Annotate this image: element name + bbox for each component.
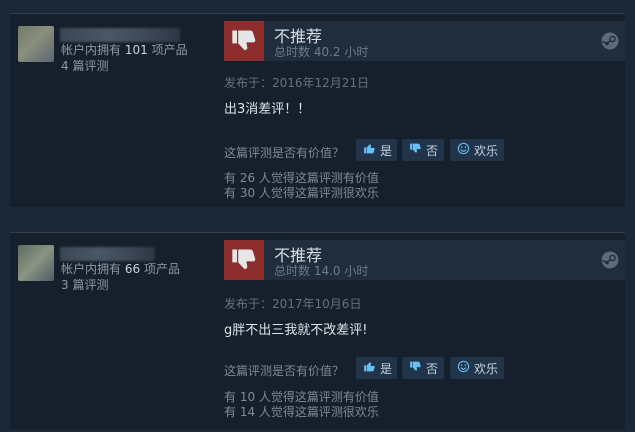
review-card: 帐户内拥有 66 项产品 3 篇评测 不推荐 总时数 14.0 小时 发布于：2… — [10, 232, 625, 429]
posted-date: 发布于：2017年10月6日 — [224, 297, 362, 311]
smile-icon — [457, 360, 470, 376]
steam-icon — [601, 251, 619, 269]
thumbs-up-icon — [363, 142, 376, 158]
vote-funny-button[interactable]: 欢乐 — [450, 139, 504, 161]
review-card: 帐户内拥有 101 项产品 4 篇评测 不推荐 总时数 40.2 小时 发布于：… — [10, 13, 625, 207]
vote-yes-label: 是 — [380, 143, 393, 158]
vote-no-label: 否 — [426, 143, 439, 158]
vote-no-button[interactable]: 否 — [402, 139, 444, 161]
review-count[interactable]: 4 篇评测 — [61, 57, 108, 74]
review-content: g胖不出三我就不改差评! — [224, 323, 368, 338]
thumbs-up-icon — [363, 360, 376, 376]
review-content: 出3消差评！！ — [224, 102, 311, 117]
products-owned[interactable]: 帐户内拥有 66 项产品 — [61, 260, 180, 277]
thumbs-down-icon — [224, 21, 264, 61]
vote-no-button[interactable]: 否 — [402, 357, 444, 379]
funny-count: 有 14 人觉得这篇评测很欢乐 — [224, 405, 379, 419]
products-prefix: 帐户内拥有 — [61, 43, 122, 57]
vote-funny-label: 欢乐 — [474, 143, 499, 158]
avatar[interactable] — [18, 245, 54, 281]
thumbs-down-icon — [224, 240, 264, 280]
vote-funny-label: 欢乐 — [474, 361, 499, 376]
steam-icon — [601, 32, 619, 50]
thumbs-down-icon — [409, 360, 422, 376]
smile-icon — [457, 142, 470, 158]
helpful-question: 这篇评测是否有价值？ — [224, 364, 345, 378]
vote-yes-button[interactable]: 是 — [356, 357, 397, 379]
products-prefix: 帐户内拥有 — [61, 262, 122, 276]
reviewer-name[interactable] — [60, 28, 180, 42]
thumbs-down-icon — [409, 142, 422, 158]
vote-header[interactable]: 不推荐 总时数 14.0 小时 — [224, 240, 625, 280]
posted-date: 发布于：2016年12月21日 — [224, 76, 370, 90]
vote-funny-button[interactable]: 欢乐 — [450, 357, 504, 379]
vote-yes-label: 是 — [380, 361, 393, 376]
hours-played: 总时数 40.2 小时 — [274, 45, 369, 59]
reviewer-name[interactable] — [60, 247, 155, 261]
products-owned[interactable]: 帐户内拥有 101 项产品 — [61, 41, 188, 58]
products-count: 66 — [124, 262, 141, 276]
vote-header[interactable]: 不推荐 总时数 40.2 小时 — [224, 21, 625, 61]
products-suffix: 项产品 — [151, 43, 188, 57]
products-count: 101 — [124, 43, 148, 57]
reviewer-info: 帐户内拥有 101 项产品 4 篇评测 — [10, 14, 220, 207]
helpful-question: 这篇评测是否有价值？ — [224, 146, 345, 160]
reviewer-info: 帐户内拥有 66 项产品 3 篇评测 — [10, 233, 220, 429]
review-count[interactable]: 3 篇评测 — [61, 276, 108, 293]
vote-yes-button[interactable]: 是 — [356, 139, 397, 161]
vote-no-label: 否 — [426, 361, 439, 376]
products-suffix: 项产品 — [143, 262, 180, 276]
avatar[interactable] — [18, 26, 54, 62]
hours-played: 总时数 14.0 小时 — [274, 264, 369, 278]
funny-count: 有 30 人觉得这篇评测很欢乐 — [224, 186, 379, 200]
